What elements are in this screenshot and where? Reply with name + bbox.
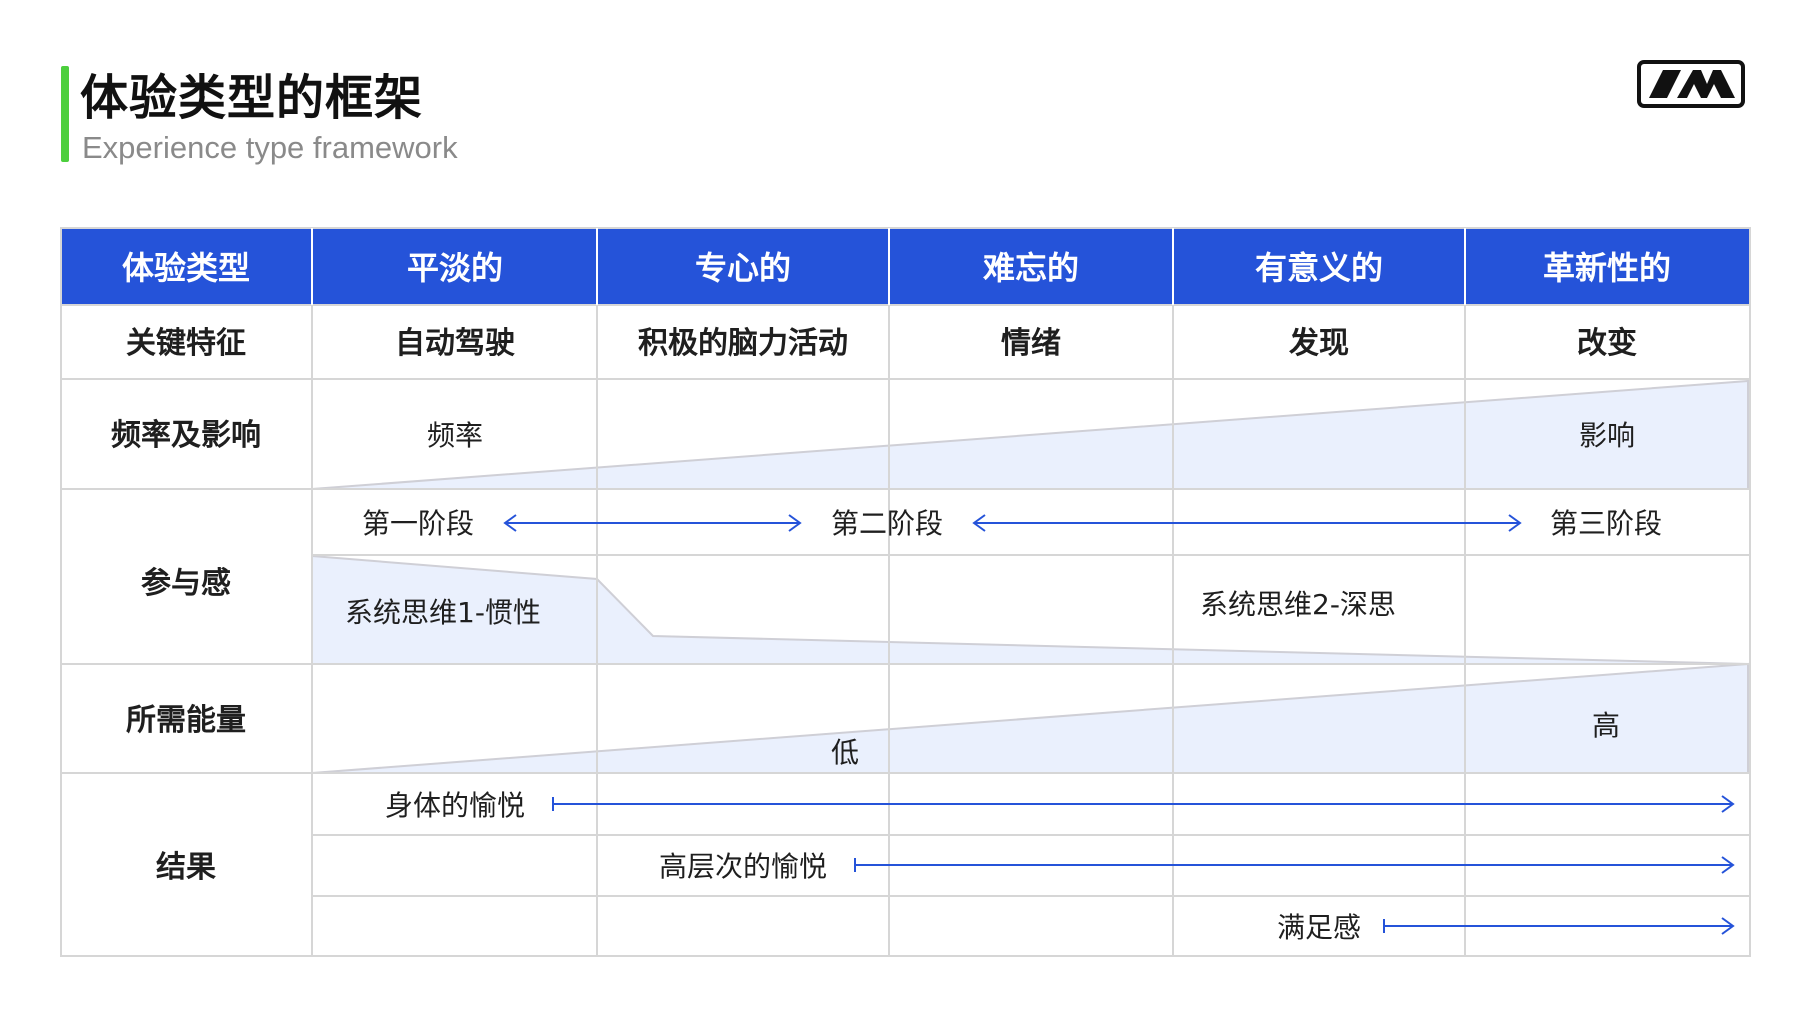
label-energy: 所需能量 [126,703,246,738]
feature-emotion: 情绪 [1001,326,1061,361]
header-engaged: 专心的 [695,249,791,287]
outcome-higher-pleasure: 高层次的愉悦 [659,850,827,883]
label-key-features: 关键特征 [126,326,246,361]
outcome-satisfaction: 满足感 [1277,911,1361,944]
label-frequency-impact: 频率及影响 [111,418,261,453]
impact-text: 影响 [1579,419,1635,452]
stage-arrows [503,514,1522,532]
energy-high: 高 [1592,709,1620,742]
label-engagement: 参与感 [141,566,231,601]
header-memorable: 难忘的 [983,249,1079,287]
system1-inertia: 系统思维1-惯性 [345,596,541,629]
energy-wedge [311,662,1749,774]
header-meaningful: 有意义的 [1255,249,1383,287]
stage-two: 第二阶段 [831,507,943,540]
outcome-physical-pleasure: 身体的愉悦 [385,789,525,822]
label-outcome: 结果 [156,850,216,885]
feature-change: 改变 [1577,326,1637,361]
frequency-text: 频率 [427,419,483,452]
experience-framework-table: 体验类型 平淡的 专心的 难忘的 有意义的 革新性的 关键特征 自动驾驶 积极的… [60,227,1751,957]
header-transformative: 革新性的 [1543,249,1671,287]
stage-one: 第一阶段 [362,507,474,540]
frequency-impact-wedge [311,379,1749,490]
system2-deliberate: 系统思维2-深思 [1200,588,1396,621]
feature-discovery: 发现 [1288,326,1349,361]
stage-three: 第三阶段 [1550,507,1662,540]
energy-low: 低 [831,736,859,769]
feature-autopilot: 自动驾驶 [395,326,515,361]
header-mundane: 平淡的 [407,249,503,287]
feature-active-mind: 积极的脑力活动 [638,326,848,361]
header-row-bg [61,228,1750,305]
header-experience-type: 体验类型 [122,249,250,287]
